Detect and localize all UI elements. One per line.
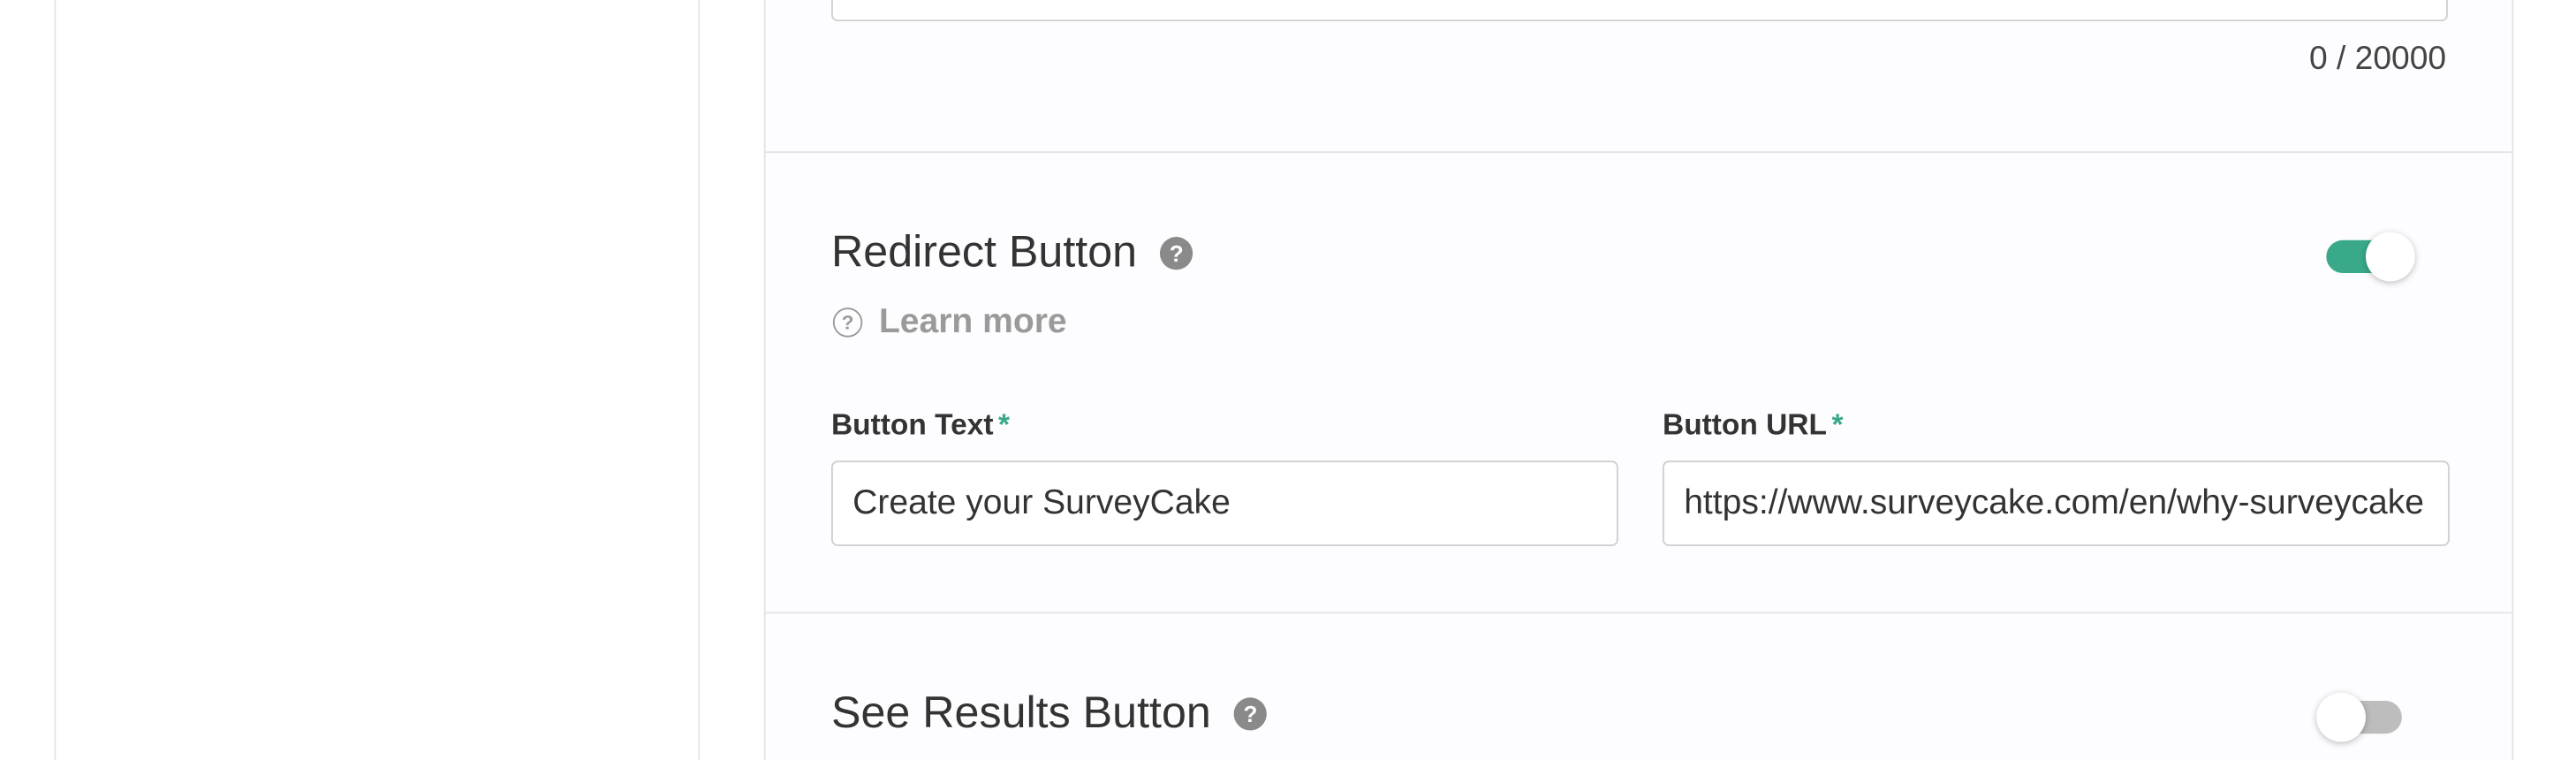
message-textarea[interactable] [831, 0, 2448, 22]
see-results-section-title: See Results Button ? [831, 688, 1268, 739]
see-results-title: See Results Button [831, 688, 1211, 737]
redirect-button-section-title: Redirect Button ? [831, 227, 1193, 278]
question-circle-icon[interactable]: ? [1160, 236, 1193, 270]
toggle-knob [2365, 232, 2415, 282]
see-results-toggle[interactable] [2316, 686, 2408, 742]
question-circle-icon[interactable]: ? [1233, 696, 1268, 730]
char-counter: 0 / 20000 [2308, 41, 2447, 78]
question-outline-icon: ? [832, 308, 863, 338]
redirect-button-toggle[interactable] [2320, 225, 2415, 282]
button-url-input[interactable] [1663, 460, 2450, 547]
required-mark: * [998, 407, 1011, 441]
toggle-knob [2316, 692, 2366, 742]
learn-more-label: Learn more [878, 302, 1067, 341]
required-mark: * [1831, 407, 1844, 441]
redirect-button-title: Redirect Button [831, 226, 1138, 277]
section-divider [765, 151, 2512, 154]
left-panel-divider [54, 0, 57, 760]
column-divider [698, 0, 701, 760]
settings-card: 0 / 20000 Redirect Button ? ? Learn more… [763, 0, 2514, 760]
page: 0 / 20000 Redirect Button ? ? Learn more… [0, 0, 2576, 760]
button-url-label: Button URL * [1663, 407, 1844, 441]
section-divider [765, 612, 2512, 614]
button-text-label: Button Text * [831, 407, 1011, 441]
button-text-input[interactable] [831, 460, 1618, 547]
learn-more-link[interactable]: ? Learn more [832, 302, 1067, 343]
